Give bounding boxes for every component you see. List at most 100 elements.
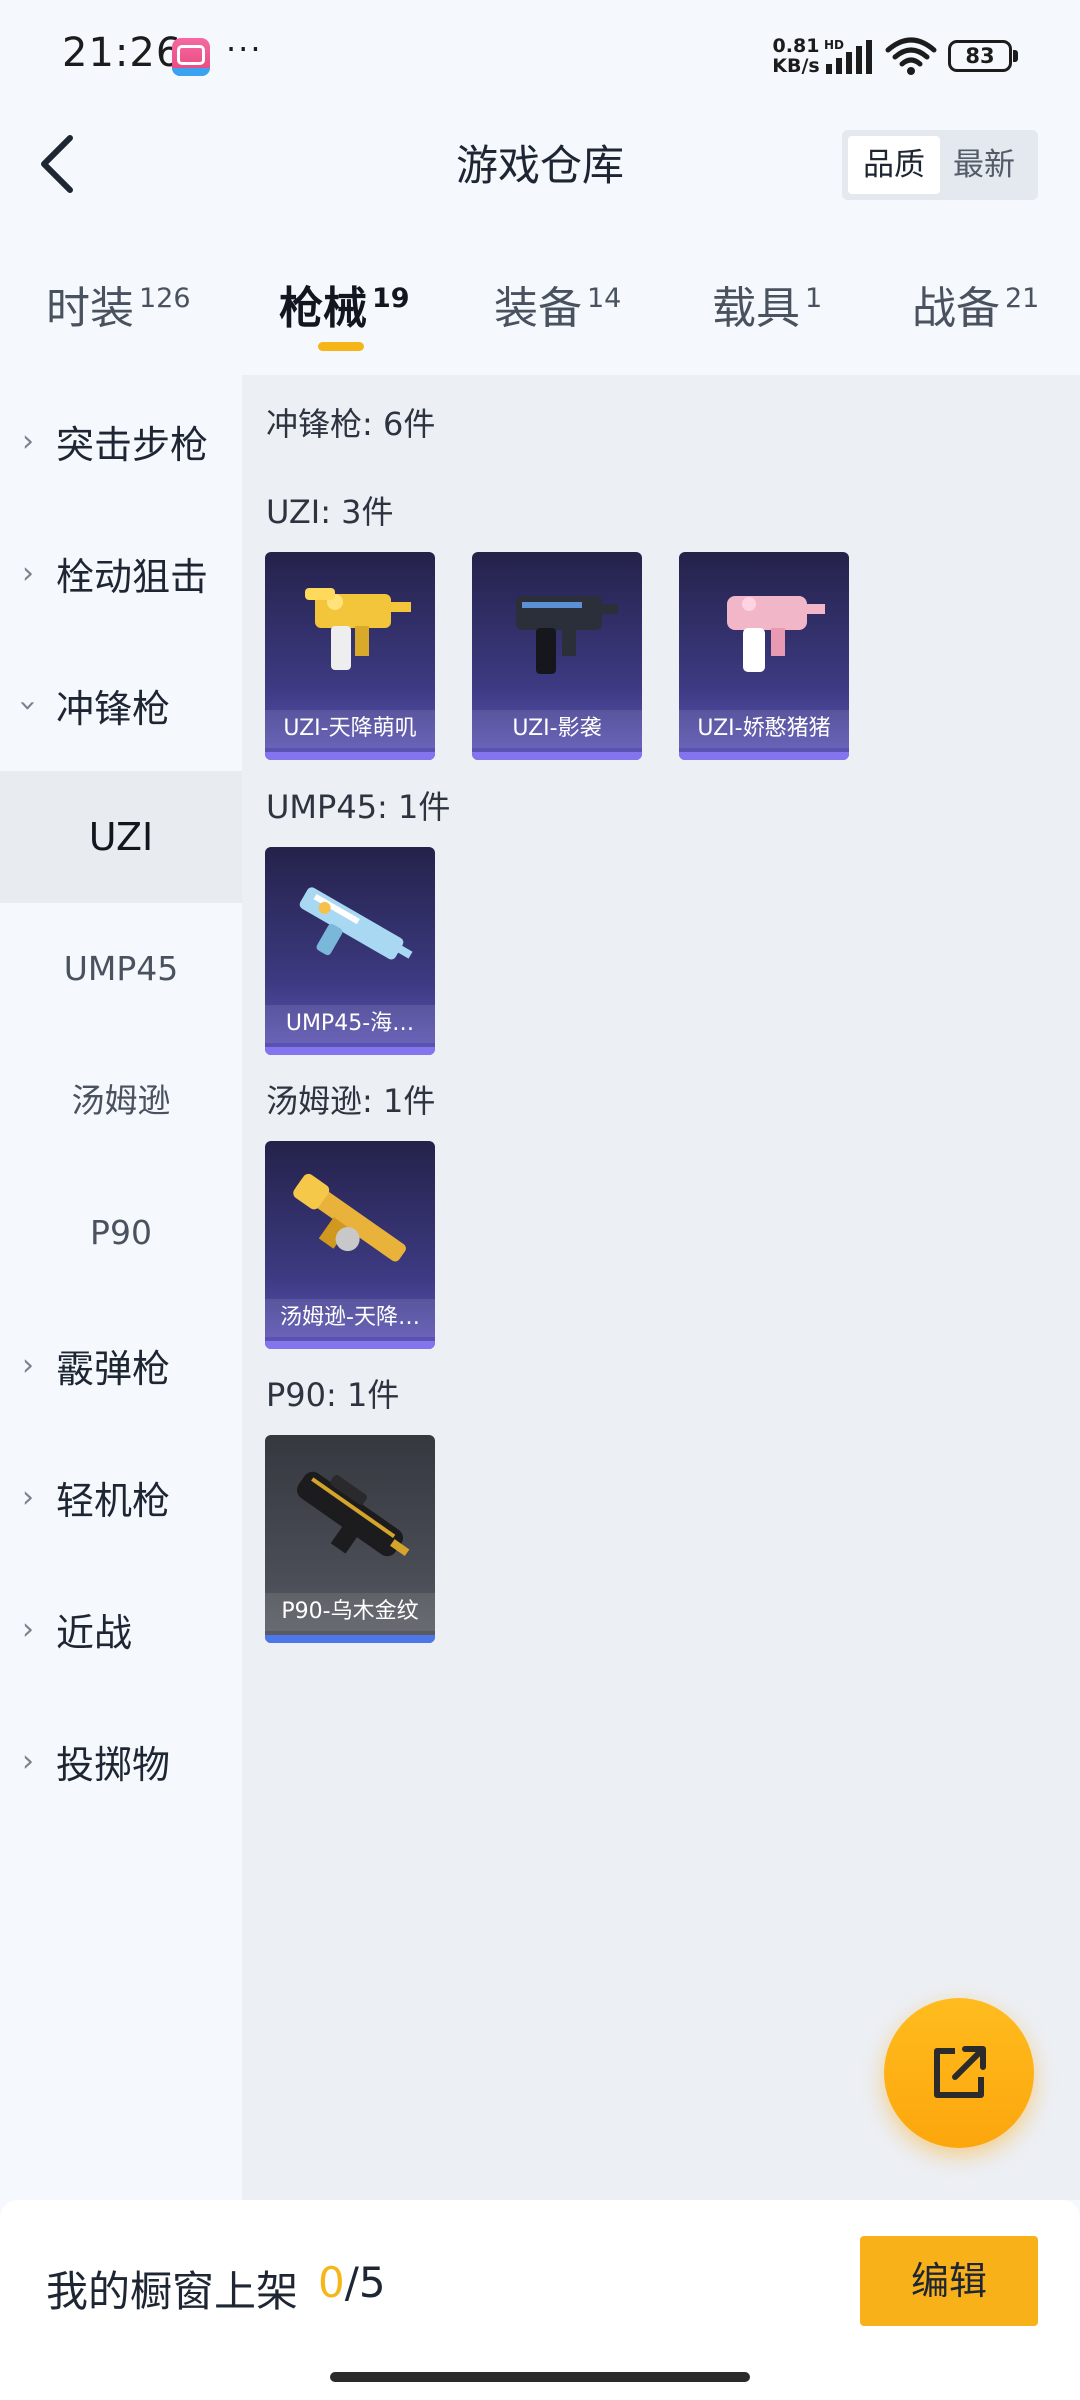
sidebar-item-label: 轻机枪 xyxy=(56,1478,171,1523)
item-card-name: UZI-天降萌叽 xyxy=(265,710,435,748)
external-link-icon xyxy=(934,2046,986,2098)
chevron-left-icon xyxy=(41,135,73,193)
category-summary: 冲锋枪: 6件 xyxy=(266,405,436,443)
tab-count: 126 xyxy=(139,283,191,315)
item-card-name: UMP45-海… xyxy=(265,1005,435,1043)
sidebar-subitem-p90[interactable]: P90 xyxy=(0,1167,242,1299)
sidebar-item-throwables[interactable]: › 投掷物 xyxy=(0,1695,242,1827)
network-speed-unit: KB/s xyxy=(772,55,820,77)
sidebar-item-smg[interactable]: › 冲锋枪 xyxy=(0,639,242,771)
chevron-right-icon: › xyxy=(22,1347,34,1383)
sidebar-item-shotgun[interactable]: › 霰弹枪 xyxy=(0,1299,242,1431)
chevron-right-icon: › xyxy=(22,555,34,591)
showcase-bar: 我的橱窗上架 0/5 编辑 xyxy=(0,2200,1080,2400)
sidebar-subitem-ump45[interactable]: UMP45 xyxy=(0,903,242,1035)
sort-option-quality[interactable]: 品质 xyxy=(848,136,940,194)
group-title-p90: P90: 1件 xyxy=(266,1376,400,1414)
network-type-label: HD xyxy=(824,38,844,52)
group-title-uzi: UZI: 3件 xyxy=(266,493,394,531)
share-button[interactable] xyxy=(884,1998,1034,2148)
status-bar: 21:26 ··· 0.81 KB/s HD 83 xyxy=(0,0,1080,110)
uzi-skin-image xyxy=(516,596,618,674)
item-card-name: 汤姆逊-天降… xyxy=(265,1299,435,1337)
item-card-uzi-3[interactable]: UZI-娇憨猪猪 xyxy=(679,552,849,760)
item-card-uzi-1[interactable]: UZI-天降萌叽 xyxy=(265,552,435,760)
showcase-label: 我的橱窗上架 xyxy=(46,2267,299,2316)
sidebar-item-lmg[interactable]: › 轻机枪 xyxy=(0,1431,242,1563)
showcase-separator: / xyxy=(344,2258,359,2307)
showcase-max: 5 xyxy=(358,2258,386,2307)
tab-count: 1 xyxy=(805,283,823,315)
tab-supplies[interactable]: 战备 21 xyxy=(912,272,1039,336)
item-card-uzi-2[interactable]: UZI-影袭 xyxy=(472,552,642,760)
p90-skin-image xyxy=(296,1471,410,1557)
item-grid-panel[interactable]: 冲锋枪: 6件 UZI: 3件 UZI-天降萌叽 UZI-影袭 UZI-娇憨猪猪… xyxy=(242,375,1080,2200)
group-title-thompson: 汤姆逊: 1件 xyxy=(266,1082,436,1120)
item-card-p90-1[interactable]: P90-乌木金纹 xyxy=(265,1435,435,1643)
tab-label: 战备 xyxy=(912,283,1000,334)
tab-label: 枪械 xyxy=(279,283,367,334)
category-tabs: 时装 126 枪械 19 装备 14 载具 1 战备 21 xyxy=(0,250,1080,360)
page-title: 游戏仓库 xyxy=(455,141,624,190)
rarity-bar xyxy=(265,752,435,760)
rarity-bar xyxy=(679,752,849,760)
chevron-down-icon: › xyxy=(10,699,46,711)
rarity-bar xyxy=(265,1635,435,1643)
item-card-thompson-1[interactable]: 汤姆逊-天降… xyxy=(265,1141,435,1349)
signal-icon: HD xyxy=(824,38,872,74)
edit-button[interactable]: 编辑 xyxy=(860,2236,1038,2326)
battery-tip xyxy=(1013,50,1018,62)
tab-label: 时装 xyxy=(46,283,134,334)
sidebar-item-label: 投掷物 xyxy=(56,1742,171,1787)
uzi-skin-image xyxy=(305,588,411,670)
sort-toggle: 品质 最新 xyxy=(842,130,1038,200)
tab-vehicles[interactable]: 载具 1 xyxy=(712,272,822,336)
item-card-name: UZI-影袭 xyxy=(472,710,642,748)
thompson-skin-image xyxy=(293,1173,406,1262)
item-card-ump45-1[interactable]: UMP45-海… xyxy=(265,847,435,1055)
tab-label: 载具 xyxy=(712,283,800,334)
sidebar-subitem-thompson[interactable]: 汤姆逊 xyxy=(0,1035,242,1167)
sidebar-item-bolt-sniper[interactable]: › 栓动狙击 xyxy=(0,507,242,639)
sidebar-item-label: 冲锋枪 xyxy=(56,686,171,731)
home-indicator[interactable] xyxy=(330,2372,750,2382)
sidebar-item-label: 霰弹枪 xyxy=(56,1346,171,1391)
tab-firearms[interactable]: 枪械 19 xyxy=(279,272,410,336)
network-speed: 0.81 KB/s xyxy=(770,36,822,76)
tab-fashion[interactable]: 时装 126 xyxy=(46,272,191,336)
back-button[interactable] xyxy=(26,126,86,202)
sidebar-item-melee[interactable]: › 近战 xyxy=(0,1563,242,1695)
sort-option-latest[interactable]: 最新 xyxy=(938,136,1030,194)
item-card-name: UZI-娇憨猪猪 xyxy=(679,710,849,748)
ump45-skin-image xyxy=(299,887,413,960)
status-time: 21:26 xyxy=(62,30,183,76)
sidebar-item-label: 近战 xyxy=(56,1610,133,1655)
rarity-bar xyxy=(265,1047,435,1055)
tab-count: 14 xyxy=(587,283,622,315)
active-tab-indicator xyxy=(318,342,364,351)
more-notifications-icon: ··· xyxy=(226,30,263,68)
showcase-current: 0 xyxy=(318,2258,345,2307)
tab-label: 装备 xyxy=(494,283,582,334)
rarity-bar xyxy=(265,1341,435,1349)
tab-equipment[interactable]: 装备 14 xyxy=(494,272,621,336)
network-speed-value: 0.81 xyxy=(772,35,820,57)
sidebar-item-assault-rifle[interactable]: › 突击步枪 xyxy=(0,375,242,507)
uzi-skin-image xyxy=(727,596,825,672)
sidebar-item-label: 栓动狙击 xyxy=(56,554,209,599)
tab-count: 19 xyxy=(372,283,410,315)
tab-count: 21 xyxy=(1005,283,1040,315)
sidebar-subitem-uzi[interactable]: UZI xyxy=(0,771,242,903)
chevron-right-icon: › xyxy=(22,1743,34,1779)
group-title-ump45: UMP45: 1件 xyxy=(266,788,451,826)
sidebar-item-label: 突击步枪 xyxy=(56,422,209,467)
chevron-right-icon: › xyxy=(22,1611,34,1647)
bilibili-app-icon xyxy=(172,38,210,76)
chevron-right-icon: › xyxy=(22,423,34,459)
chevron-right-icon: › xyxy=(22,1479,34,1515)
sidebar: › 突击步枪 › 栓动狙击 › 冲锋枪 UZI UMP45 汤姆逊 P90 › … xyxy=(0,375,242,2200)
battery-icon: 83 xyxy=(948,40,1012,72)
wifi-icon xyxy=(885,37,937,75)
showcase-count: 0/5 xyxy=(318,2258,386,2307)
item-card-name: P90-乌木金纹 xyxy=(265,1593,435,1631)
